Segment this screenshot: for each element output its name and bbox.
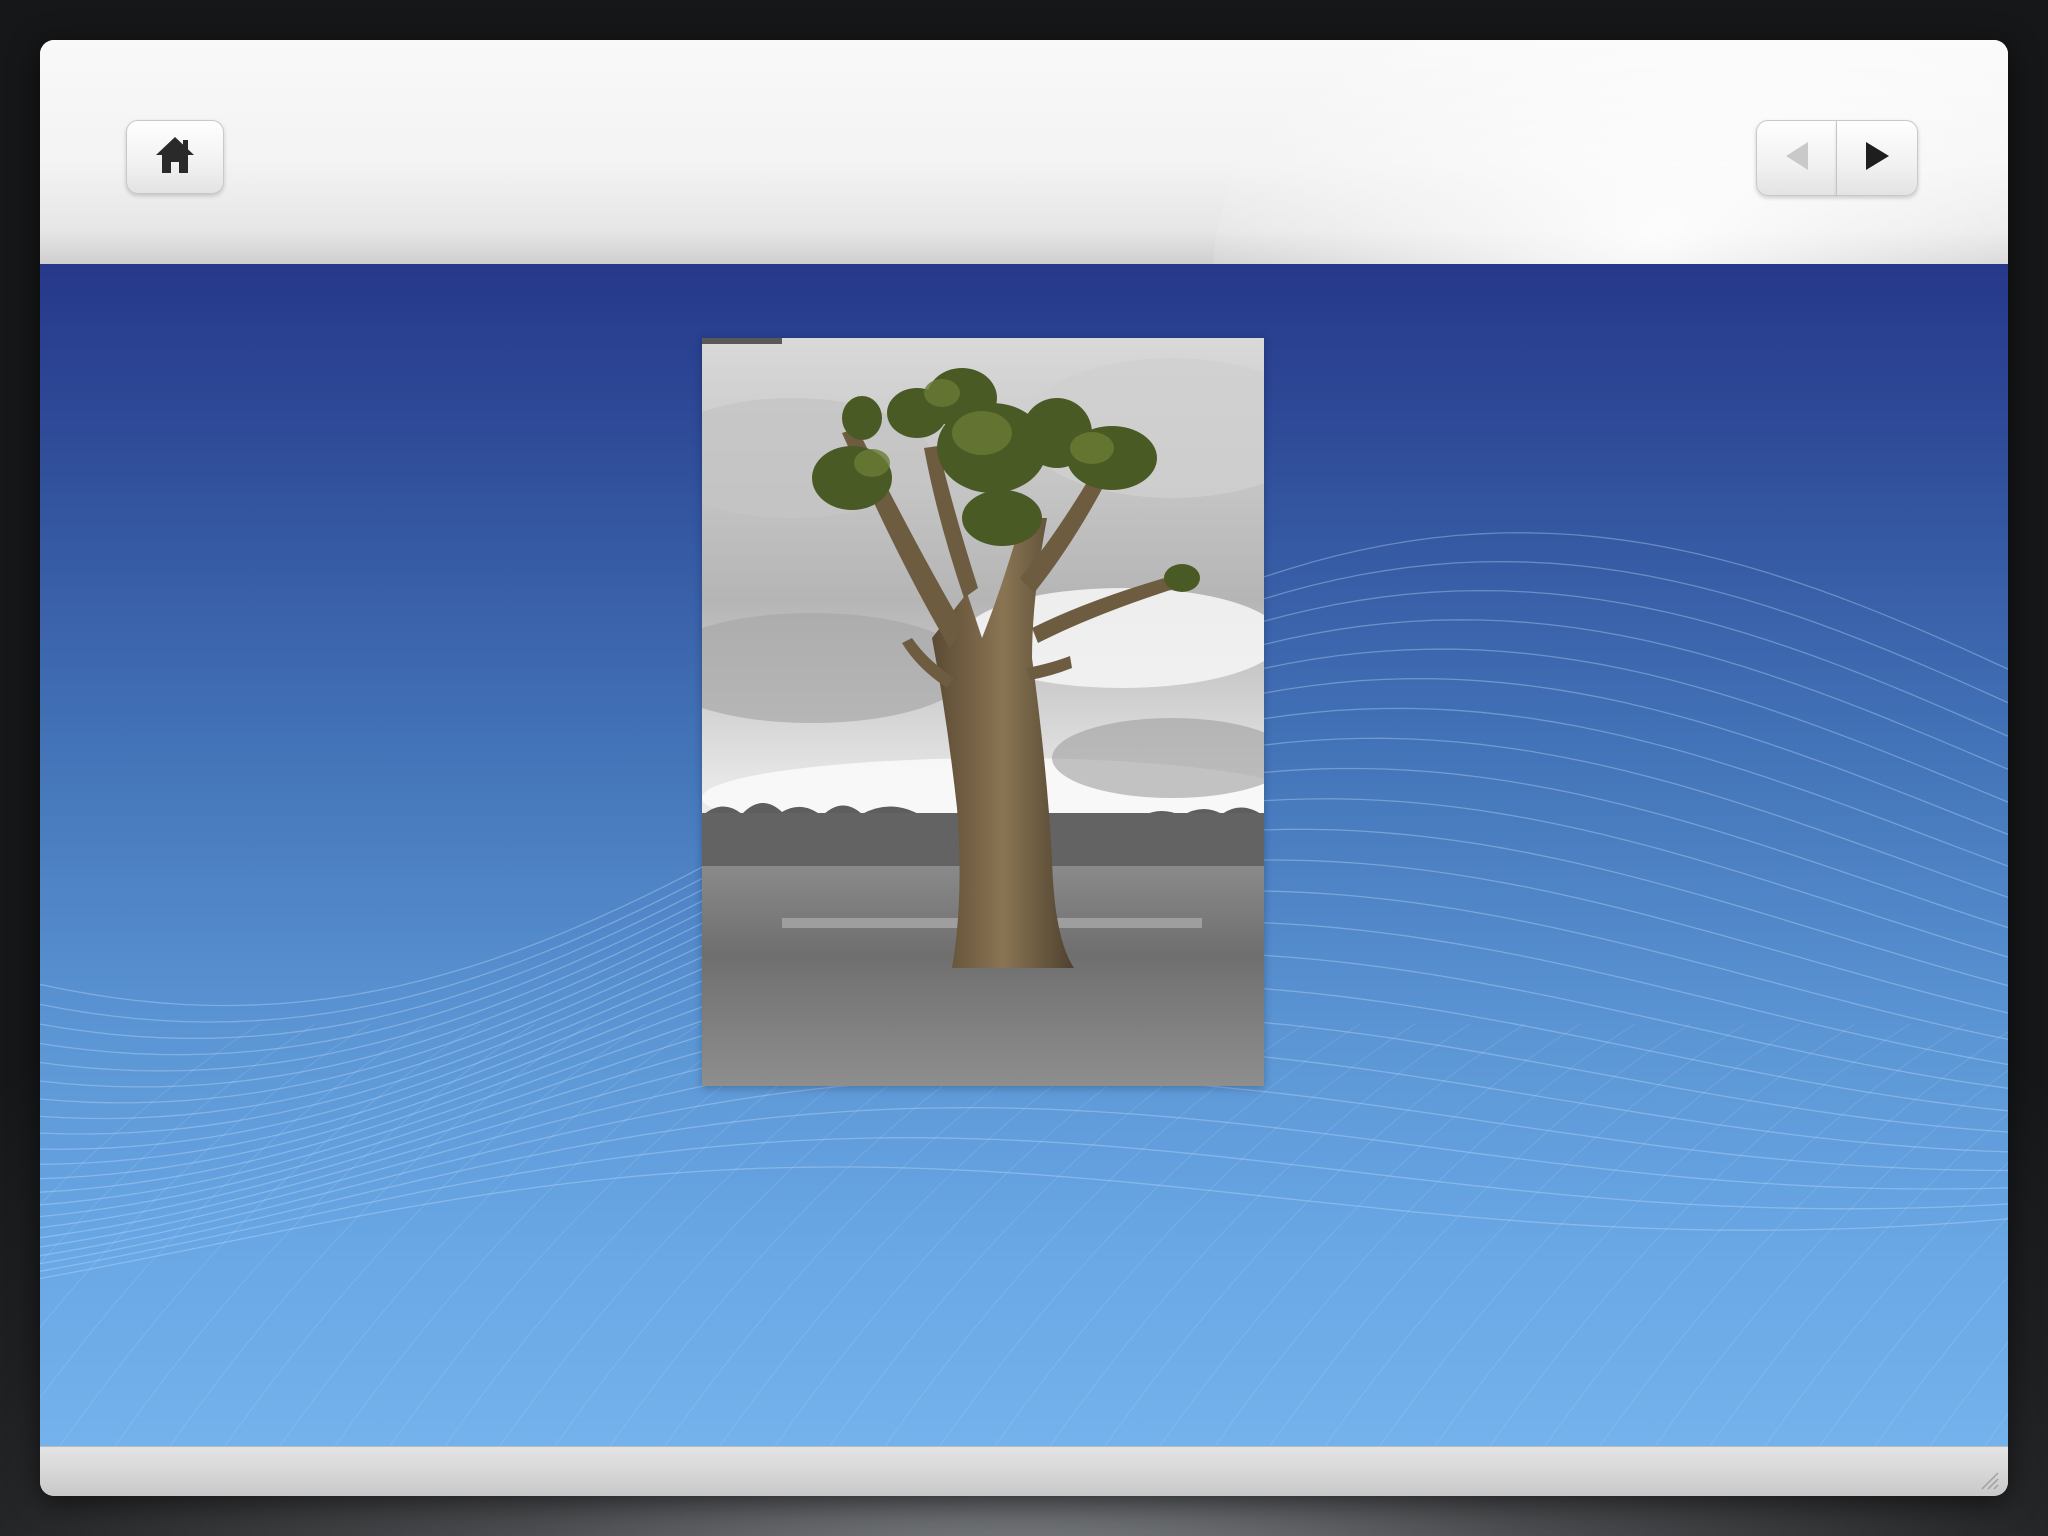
status-bar	[40, 1446, 2008, 1496]
next-arrow-icon	[1862, 139, 1892, 178]
tree-photo	[702, 338, 1264, 1086]
home-icon	[153, 134, 197, 181]
slide-area	[40, 264, 2008, 1446]
slideshow-window	[40, 40, 2008, 1496]
previous-arrow-icon	[1782, 139, 1812, 178]
resize-grip-icon[interactable]	[1976, 1467, 2000, 1491]
next-slide-button[interactable]	[1837, 120, 1918, 196]
toolbar	[40, 40, 2008, 264]
previous-slide-button[interactable]	[1756, 120, 1837, 196]
home-button[interactable]	[126, 120, 224, 194]
slide-navigation	[1756, 120, 1918, 196]
